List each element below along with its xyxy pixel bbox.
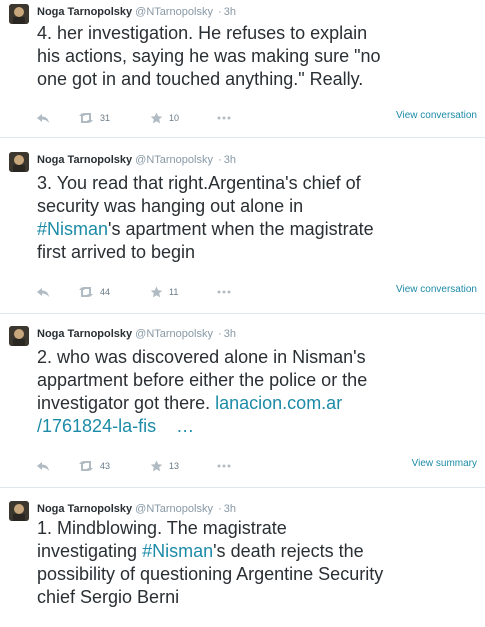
tweet-line: security was hanging out alone in — [37, 196, 304, 216]
separator-dot: · — [218, 154, 222, 166]
retweet-count: 44 — [100, 287, 111, 297]
more-icon — [217, 116, 231, 120]
timestamp[interactable]: 3h — [224, 6, 236, 18]
favorite-button[interactable]: 11 — [150, 285, 178, 299]
avatar[interactable] — [9, 326, 29, 346]
retweet-count: 43 — [100, 461, 111, 471]
divider — [0, 137, 485, 138]
tweet-text: 4. her investigation. He refuses to expl… — [37, 22, 477, 91]
hashtag-link[interactable]: #Nisman — [37, 219, 108, 239]
tweet-line: possibility of questioning Argentine Sec… — [37, 564, 384, 584]
url-link[interactable]: lanacion.com.ar — [215, 393, 342, 413]
tweet-line: his actions, saying he was making sure "… — [37, 46, 381, 66]
tweet-line: 1. Mindblowing. The magistrate — [37, 518, 287, 538]
author-name[interactable]: Noga Tarnopolsky — [37, 154, 132, 166]
author-handle[interactable]: @NTarnopolsky — [135, 154, 213, 166]
tweet-header: Noga Tarnopolsky @NTarnopolsky · 3h — [37, 154, 236, 166]
view-conversation-link[interactable]: View conversation — [396, 110, 477, 121]
separator-dot: · — [218, 503, 222, 515]
author-handle[interactable]: @NTarnopolsky — [135, 6, 213, 18]
tweet-line: #Nisman's apartment when the magistrate — [37, 218, 477, 241]
timestamp[interactable]: 3h — [224, 328, 236, 340]
reply-button[interactable] — [36, 111, 50, 125]
retweet-icon — [79, 461, 93, 471]
url-link-cont[interactable]: /1761824-la-fis — [37, 416, 156, 436]
tweet-line: 4. her investigation. He refuses to expl… — [37, 23, 368, 43]
author-handle[interactable]: @NTarnopolsky — [135, 503, 213, 515]
reply-button[interactable] — [36, 285, 50, 299]
tweet-line: 2. who was discovered alone in Nisman's — [37, 347, 366, 367]
favorite-count: 13 — [169, 461, 180, 471]
tweet[interactable]: Noga Tarnopolsky @NTarnopolsky · 3h 3. You… — [0, 148, 485, 313]
retweet-button[interactable]: 44 — [78, 285, 110, 299]
star-icon — [150, 112, 163, 124]
retweet-button[interactable]: 43 — [78, 459, 110, 473]
favorite-button[interactable]: 13 — [150, 459, 179, 473]
separator-dot: · — [218, 328, 222, 340]
avatar[interactable] — [9, 501, 29, 521]
tweet[interactable]: Noga Tarnopolsky @NTarnopolsky · 3h 4. her… — [0, 0, 485, 137]
favorite-button[interactable]: 10 — [150, 111, 179, 125]
more-button[interactable] — [217, 459, 231, 473]
tweet-text: 2. who was discovered alone in Nisman's … — [37, 346, 477, 438]
star-icon — [150, 460, 163, 472]
favorite-count: 11 — [169, 287, 179, 297]
tweet-header: Noga Tarnopolsky @NTarnopolsky · 3h — [37, 503, 236, 515]
divider — [0, 487, 485, 488]
tweet-text: 1. Mindblowing. The magistrate investiga… — [37, 517, 477, 609]
tweet-line: chief Sergio Berni — [37, 587, 180, 607]
retweet-icon — [79, 287, 93, 297]
tweet[interactable]: Noga Tarnopolsky @NTarnopolsky · 3h 1. Min… — [0, 497, 485, 627]
tweet-line: first arrived to begin — [37, 242, 196, 262]
reply-icon — [37, 462, 49, 471]
avatar[interactable] — [9, 152, 29, 172]
reply-icon — [37, 288, 49, 297]
tweet-line: investigating #Nisman's death rejects th… — [37, 540, 477, 563]
favorite-count: 10 — [169, 113, 180, 123]
tweet-line-rest: 's apartment when the magistrate — [108, 219, 374, 239]
tweet-line: 3. You read that right.Argentina's chief… — [37, 173, 361, 193]
url-ellipsis[interactable]: … — [176, 416, 194, 436]
timestamp[interactable]: 3h — [224, 154, 236, 166]
retweet-icon — [79, 113, 93, 123]
tweet-line: one got in and touched anything." Really… — [37, 69, 364, 89]
tweet-line: /1761824-la-fis … — [37, 415, 477, 438]
separator-dot: · — [218, 6, 222, 18]
tweet-line-start: investigating — [37, 541, 138, 561]
more-button[interactable] — [217, 285, 231, 299]
tweet-line-rest: 's death rejects the — [213, 541, 364, 561]
star-icon — [150, 286, 163, 298]
author-name[interactable]: Noga Tarnopolsky — [37, 6, 132, 18]
hashtag-link[interactable]: #Nisman — [142, 541, 213, 561]
view-conversation-link[interactable]: View conversation — [396, 284, 477, 295]
more-icon — [217, 290, 231, 294]
tweet-line: investigator got there. lanacion.com.ar — [37, 392, 477, 415]
tweet[interactable]: Noga Tarnopolsky @NTarnopolsky · 3h 2. who… — [0, 322, 485, 487]
divider — [0, 313, 485, 314]
avatar[interactable] — [9, 4, 29, 24]
retweet-button[interactable]: 31 — [78, 111, 110, 125]
tweet-line-start: investigator got there. — [37, 393, 211, 413]
more-button[interactable] — [217, 111, 231, 125]
tweet-header: Noga Tarnopolsky @NTarnopolsky · 3h — [37, 328, 236, 340]
tweet-header: Noga Tarnopolsky @NTarnopolsky · 3h — [37, 6, 236, 18]
author-name[interactable]: Noga Tarnopolsky — [37, 503, 132, 515]
retweet-count: 31 — [100, 113, 111, 123]
tweet-line: appartment before either the police or t… — [37, 370, 368, 390]
more-icon — [217, 464, 231, 468]
view-summary-link[interactable]: View summary — [412, 458, 477, 469]
reply-icon — [37, 114, 49, 123]
tweet-actions: 43 13 — [36, 459, 476, 473]
author-handle[interactable]: @NTarnopolsky — [135, 328, 213, 340]
author-name[interactable]: Noga Tarnopolsky — [37, 328, 132, 340]
reply-button[interactable] — [36, 459, 50, 473]
tweet-text: 3. You read that right.Argentina's chief… — [37, 172, 477, 264]
timestamp[interactable]: 3h — [224, 503, 236, 515]
